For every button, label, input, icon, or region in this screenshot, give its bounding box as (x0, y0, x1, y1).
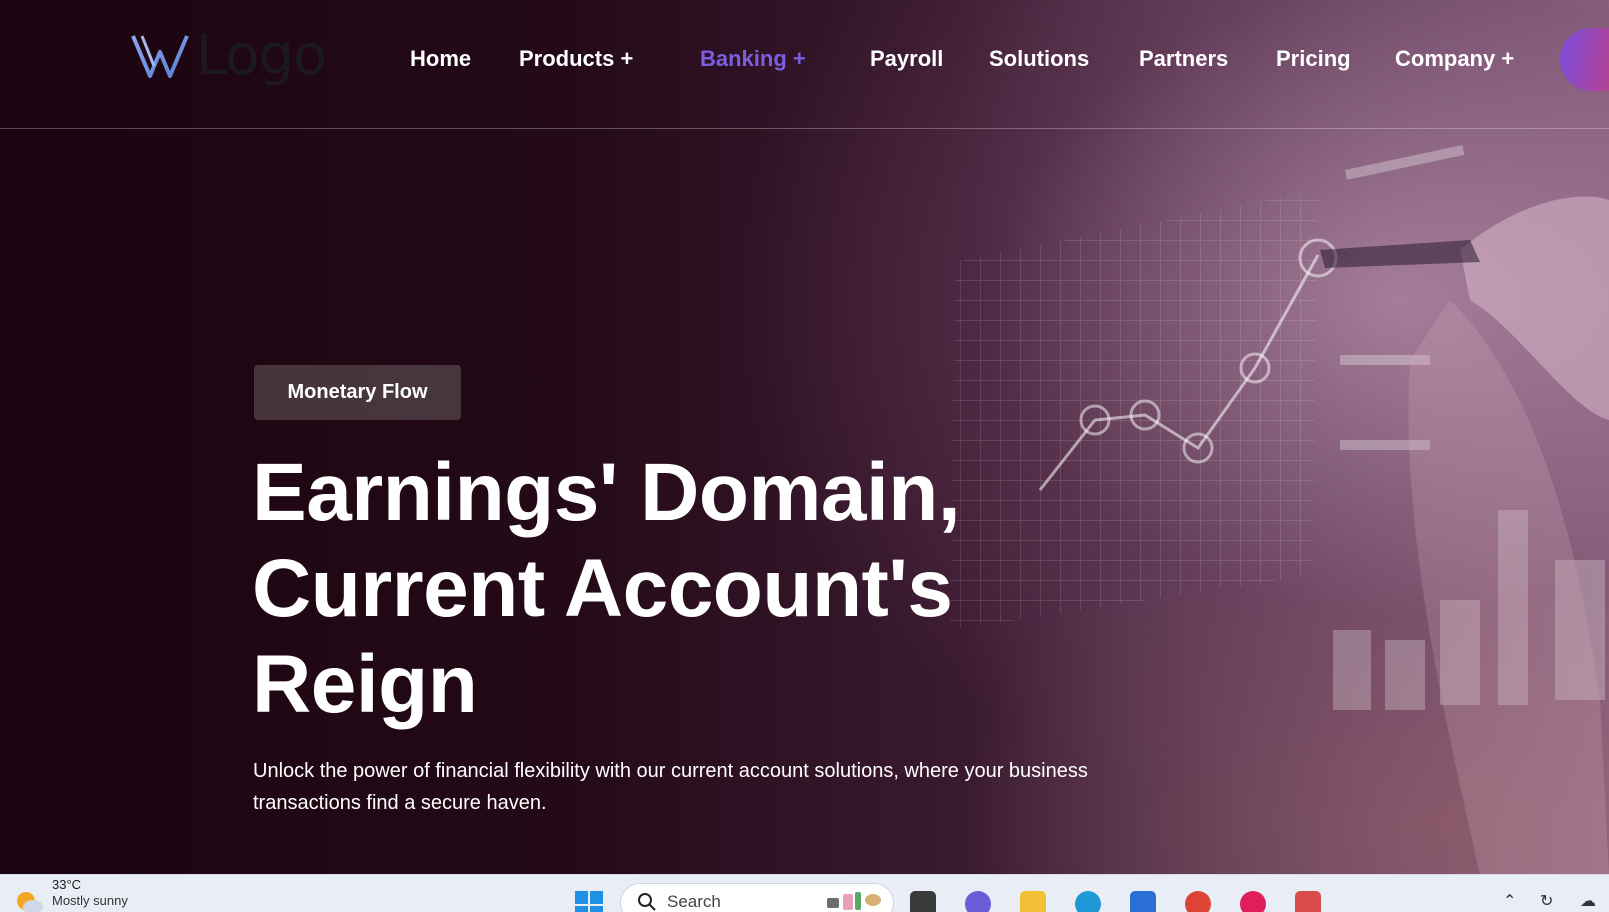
nav-products[interactable]: Products + (519, 46, 633, 72)
task-view-icon[interactable] (910, 891, 936, 912)
nav-home[interactable]: Home (410, 46, 471, 72)
search-label: Search (667, 892, 721, 911)
hero-badge: Monetary Flow (254, 365, 461, 420)
headline-line-3: Reign (252, 639, 478, 730)
search-highlight-icon (827, 892, 881, 910)
weather-condition: Mostly sunny (52, 893, 128, 908)
edge-icon[interactable] (1075, 891, 1101, 912)
headline-line-2: Current Account's (252, 543, 953, 634)
nav-pricing[interactable]: Pricing (1276, 46, 1351, 72)
nav-solutions[interactable]: Solutions (989, 46, 1089, 72)
hero-subtitle: Unlock the power of financial flexibilit… (253, 760, 1088, 814)
snipping-tool-icon[interactable] (1295, 891, 1321, 912)
cloud-off-icon[interactable]: ☁ (1580, 891, 1596, 911)
search-icon (638, 893, 656, 911)
partly-sunny-icon (17, 892, 43, 912)
headline-line-1: Earnings' Domain, (252, 447, 961, 538)
logo[interactable]: Logo (130, 23, 327, 88)
store-icon[interactable] (1130, 891, 1156, 912)
cta-button[interactable] (1560, 28, 1609, 91)
logo-text: Logo (196, 23, 327, 88)
logo-mark-icon (131, 35, 189, 78)
nav-partners[interactable]: Partners (1139, 46, 1228, 72)
teams-icon[interactable] (965, 891, 991, 912)
hero-headline: Earnings' Domain, Current Account's Reig… (252, 445, 1152, 733)
chart-background-illustration (950, 145, 1609, 874)
sync-icon[interactable]: ↻ (1540, 891, 1553, 911)
nav-banking[interactable]: Banking + (700, 46, 806, 72)
nav-company[interactable]: Company + (1395, 46, 1514, 72)
chrome-icon[interactable] (1185, 891, 1211, 912)
nav-payroll[interactable]: Payroll (870, 46, 943, 72)
windows-start-icon[interactable] (573, 889, 605, 912)
taskbar-search[interactable]: Search (620, 883, 894, 912)
slack-icon[interactable] (1240, 891, 1266, 912)
hero-section: Logo Home Products + Banking + Payroll S… (0, 0, 1609, 874)
weather-widget[interactable]: 33°C Mostly sunny (14, 877, 128, 912)
top-navigation: Logo Home Products + Banking + Payroll S… (0, 0, 1609, 129)
windows-taskbar: 33°C Mostly sunny Search ⌃ ↻ ☁ (0, 874, 1609, 912)
file-explorer-icon[interactable] (1020, 891, 1046, 912)
chevron-up-icon[interactable]: ⌃ (1503, 891, 1516, 911)
weather-temp: 33°C (52, 877, 82, 892)
